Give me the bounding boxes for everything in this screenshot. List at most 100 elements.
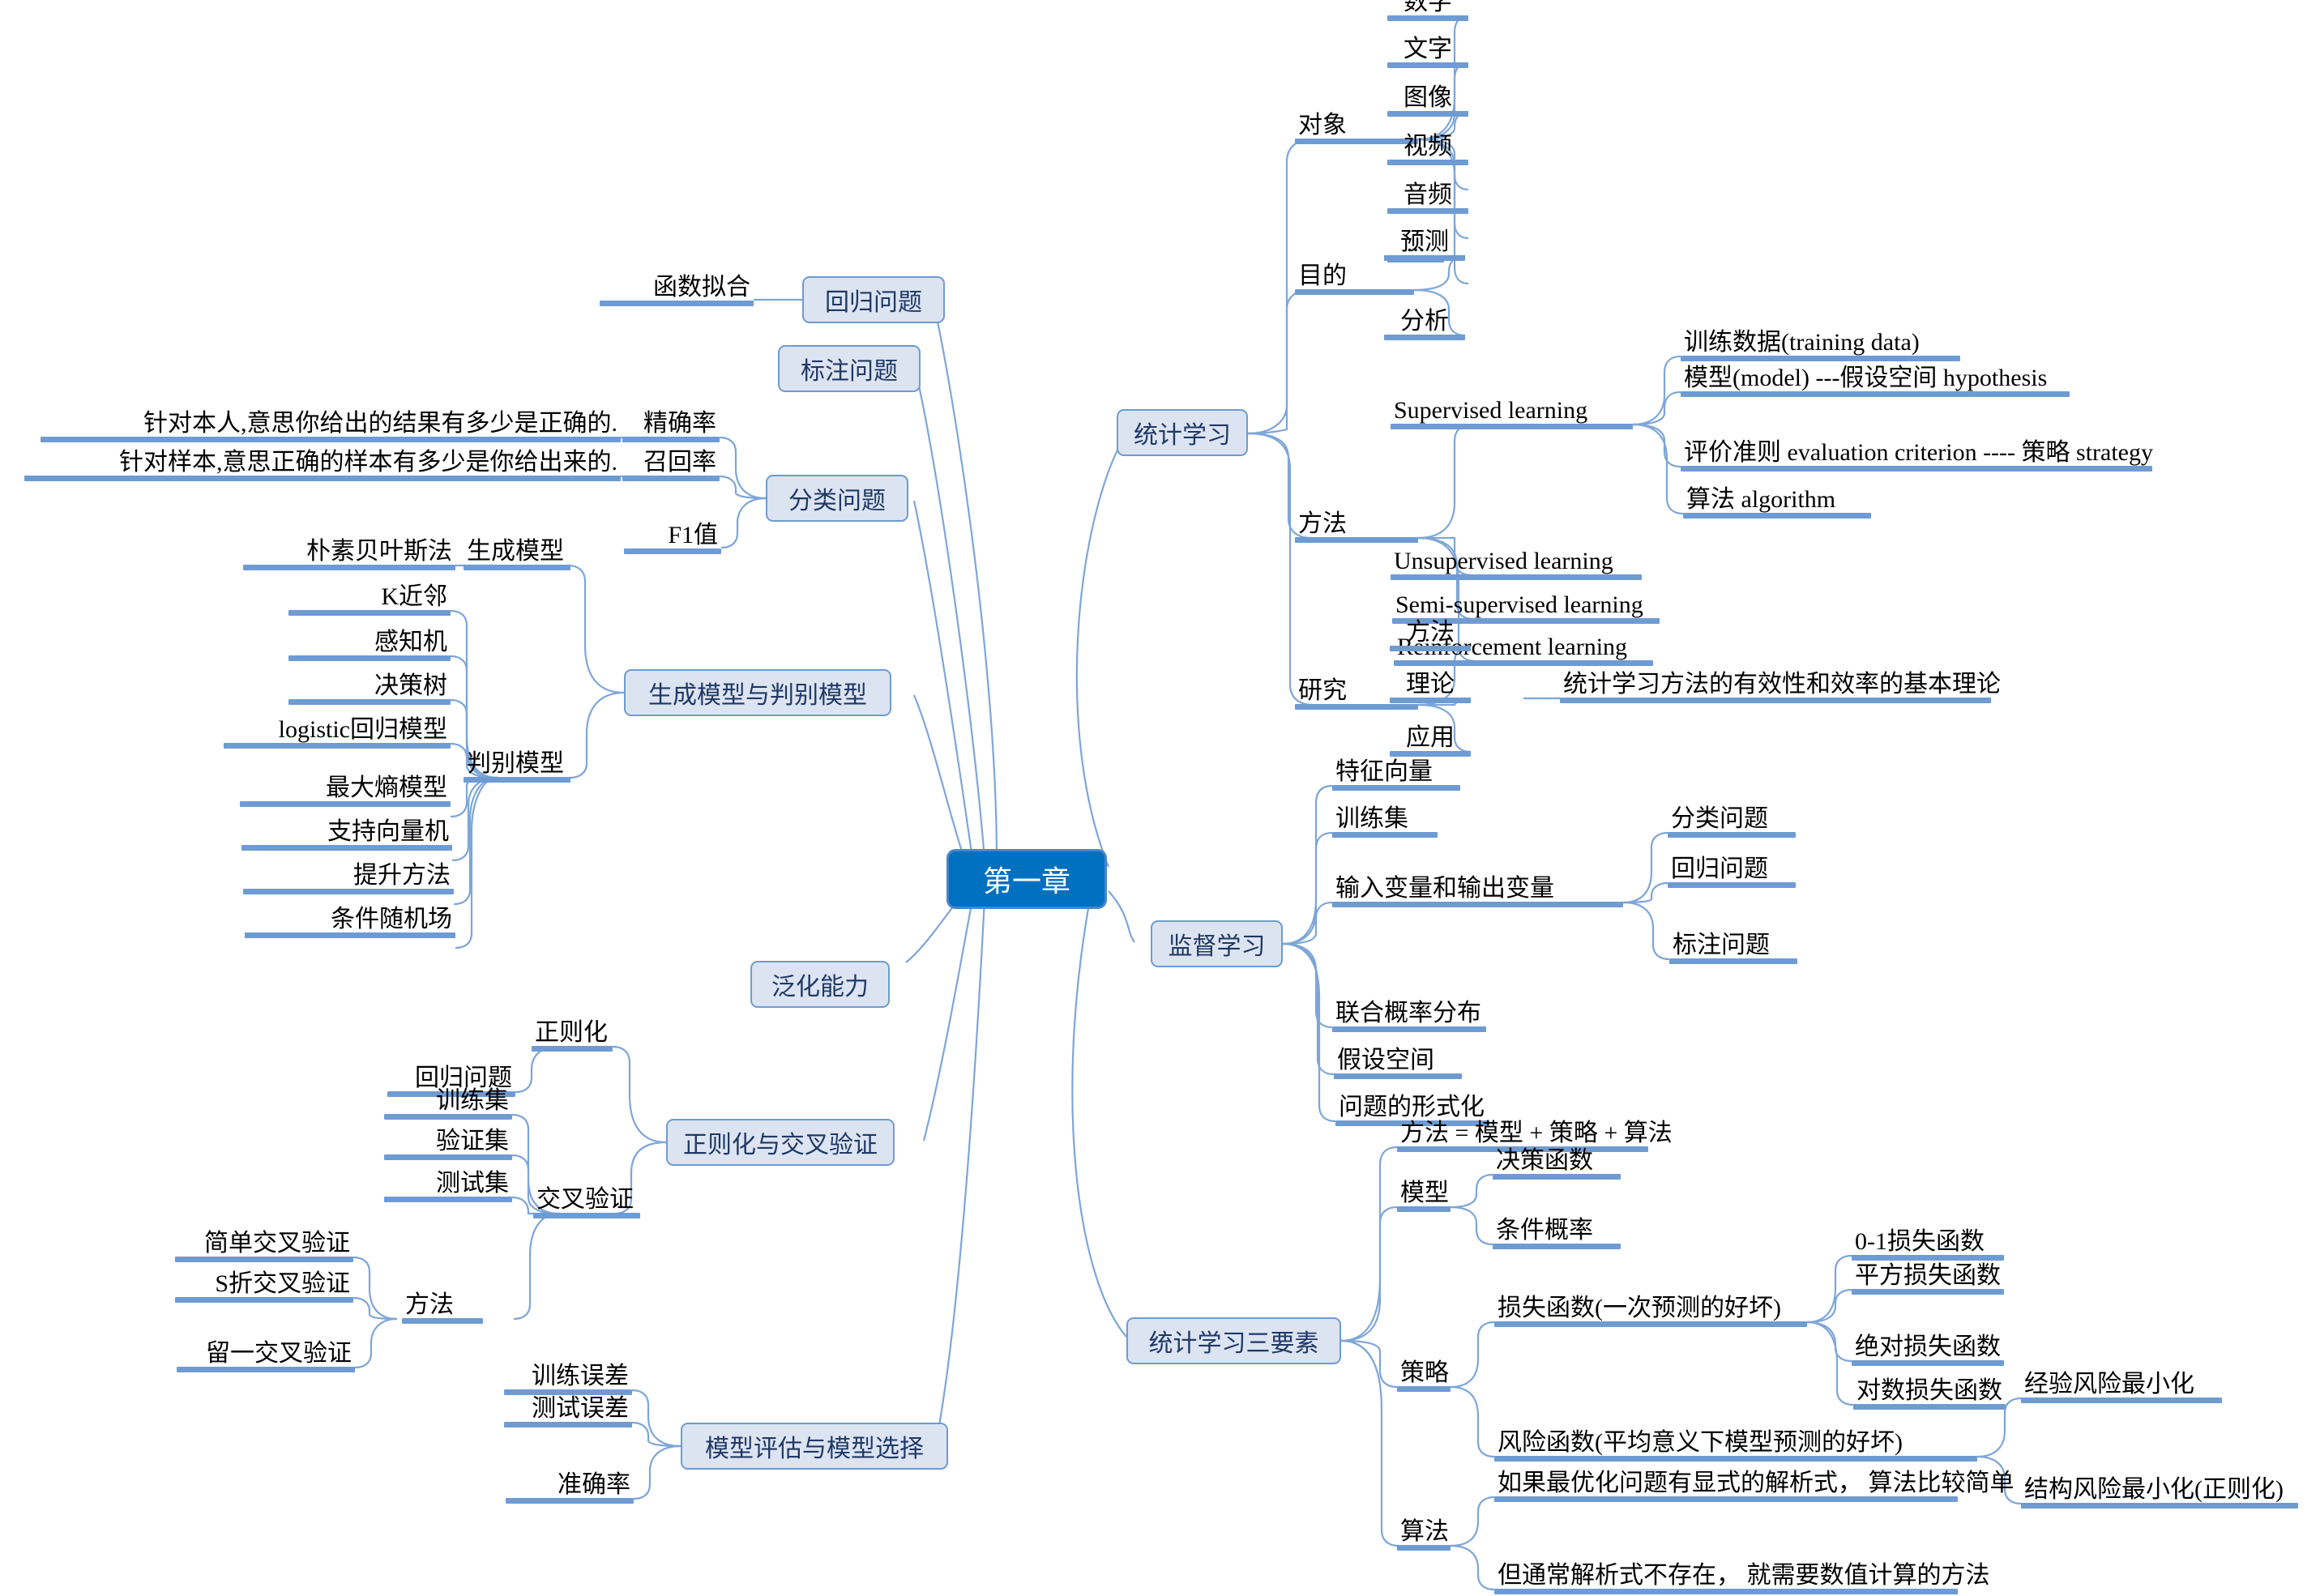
label-strategy: 策略	[1397, 1361, 1451, 1392]
label-generative-model: 生成模型	[464, 540, 570, 570]
leaf-discriminative-item-2: 决策树	[288, 674, 451, 705]
leaf-object-2: 图像	[1387, 86, 1468, 117]
node-three-elements[interactable]: 统计学习三要素	[1126, 1317, 1341, 1364]
node-regularization-cv[interactable]: 正则化与交叉验证	[666, 1119, 895, 1166]
label-regularization-text: 正则化	[535, 1019, 608, 1046]
leaf-object-4: 音频	[1387, 183, 1468, 214]
leaf-generative-item-0: 朴素贝叶斯法	[243, 540, 455, 570]
leaf-algorithm-item-1: 但通常解析式不存在， 就需要数值计算的方法	[1494, 1564, 1990, 1594]
node-gen-disc-models[interactable]: 生成模型与判别模型	[624, 669, 891, 716]
leaf-supervised-detail-3: 算法 algorithm	[1683, 488, 1871, 518]
leaf-discriminative-item-0: K近邻	[288, 585, 451, 616]
label-discriminative-model-text: 判别模型	[467, 750, 564, 777]
leaf-cv-method-0: 简单交叉验证	[175, 1231, 353, 1262]
leaf-metric-precision: 精确率	[622, 412, 720, 442]
root-node-label: 第一章	[982, 865, 1070, 898]
leaf-risk-function: 风险函数(平均意义下模型预测的好坏)	[1494, 1431, 1977, 1462]
leaf-io-child-1: 回归问题	[1668, 857, 1796, 888]
label-method: 方法	[1295, 512, 1418, 543]
label-cross-validation-text: 交叉验证	[536, 1186, 634, 1213]
leaf-purpose-1: 分析	[1384, 309, 1465, 340]
node-supervised-learning-label: 监督学习	[1168, 933, 1266, 960]
node-generalization[interactable]: 泛化能力	[750, 961, 890, 1008]
leaf-supervised-detail-1: 模型(model) ---假设空间 hypothesis	[1681, 366, 2070, 397]
leaf-model-eval-1: 测试误差	[504, 1397, 632, 1427]
leaf-loss-item-0: 0-1损失函数	[1852, 1230, 2004, 1261]
leaf-object-3: 视频	[1387, 134, 1468, 165]
leaf-supervised-item-0: 特征向量	[1332, 760, 1460, 791]
node-model-evaluation-label: 模型评估与模型选择	[705, 1436, 924, 1462]
node-tagging[interactable]: 标注问题	[778, 345, 921, 392]
leaf-supervised-detail-2: 评价准则 evaluation criterion ---- 策略 strate…	[1681, 441, 2153, 472]
leaf-algorithm-item-0: 如果最优化问题有显式的解析式， 算法比较简单	[1494, 1471, 2015, 1502]
label-purpose: 目的	[1295, 264, 1414, 295]
leaf-discriminative-item-3: logistic回归模型	[224, 718, 451, 749]
leaf-research-2: 应用	[1390, 726, 1471, 757]
node-generalization-label: 泛化能力	[771, 974, 869, 1001]
leaf-supervised-item-1: 训练集	[1332, 807, 1438, 838]
label-method-text: 方法	[1298, 510, 1347, 537]
leaf-loss-item-1: 平方损失函数	[1852, 1264, 2004, 1295]
leaf-discriminative-item-7: 条件随机场	[245, 907, 455, 938]
leaf-classification-note-1: 针对样本,意思正确的样本有多少是你给出来的.	[24, 450, 621, 481]
label-purpose-text: 目的	[1298, 262, 1347, 289]
leaf-metric-f1: F1值	[624, 523, 721, 554]
label-regularization: 正则化	[532, 1021, 613, 1052]
node-regression[interactable]: 回归问题	[802, 276, 945, 323]
label-generative-model-text: 生成模型	[467, 538, 564, 565]
node-regularization-cv-label: 正则化与交叉验证	[683, 1132, 878, 1159]
leaf-discriminative-item-5: 支持向量机	[241, 820, 452, 851]
root-node[interactable]: 第一章	[946, 849, 1107, 909]
node-regression-label: 回归问题	[825, 289, 922, 316]
leaf-supervised-detail-0: 训练数据(training data)	[1681, 331, 1960, 361]
leaf-discriminative-item-1: 感知机	[288, 630, 451, 661]
label-model: 模型	[1397, 1181, 1451, 1212]
leaf-model-item-1: 条件概率	[1493, 1218, 1621, 1249]
node-gen-disc-models-label: 生成模型与判别模型	[648, 682, 867, 709]
leaf-loss-item-2: 绝对损失函数	[1852, 1335, 2004, 1366]
leaf-risk-item-1: 结构风险最小化(正则化)	[2021, 1478, 2298, 1509]
leaf-cv-method-1: S折交叉验证	[175, 1272, 353, 1303]
label-cross-validation: 交叉验证	[533, 1188, 640, 1218]
leaf-metric-recall: 召回率	[622, 450, 720, 481]
label-discriminative-model: 判别模型	[464, 752, 570, 783]
leaf-loss-function: 损失函数(一次预测的好坏)	[1494, 1296, 1807, 1327]
leaf-object-1: 文字	[1387, 37, 1468, 68]
leaf-classification-note-0: 针对本人,意思你给出的结果有多少是正确的.	[41, 412, 621, 442]
label-cv-method-text: 方法	[405, 1291, 454, 1318]
leaf-research-1: 理论	[1390, 672, 1471, 703]
leaf-model-eval-0: 训练误差	[504, 1364, 632, 1395]
label-algorithm: 算法	[1397, 1520, 1451, 1551]
label-algorithm-text: 算法	[1400, 1518, 1449, 1545]
leaf-loss-item-3: 对数损失函数	[1853, 1379, 2006, 1410]
label-cv-method: 方法	[402, 1293, 483, 1324]
leaf-risk-item-0: 经验风险最小化	[2021, 1372, 2222, 1403]
node-classification[interactable]: 分类问题	[766, 475, 908, 522]
leaf-object-0: 数字	[1387, 0, 1468, 21]
leaf-cv-set-1: 验证集	[384, 1129, 512, 1160]
leaf-supervised-item-4: 假设空间	[1334, 1048, 1462, 1079]
leaf-discriminative-item-4: 最大熵模型	[240, 776, 451, 807]
leaf-discriminative-item-6: 提升方法	[243, 864, 454, 894]
leaf-research-0: 方法	[1390, 621, 1471, 651]
leaf-supervised-item-3: 联合概率分布	[1332, 1001, 1486, 1032]
label-strategy-text: 策略	[1400, 1359, 1449, 1386]
leaf-cv-set-0: 训练集	[384, 1089, 512, 1120]
leaf-io-child-0: 分类问题	[1668, 807, 1796, 838]
mindmap-canvas: 第一章 统计学习 对象 数字 文字 图像 视频 音频 ... 目的 预测 分析 …	[0, 0, 2320, 1596]
node-statistical-learning-label: 统计学习	[1134, 422, 1231, 449]
leaf-model-eval-2: 准确率	[506, 1473, 634, 1504]
leaf-purpose-0: 预测	[1384, 230, 1465, 261]
leaf-cv-set-2: 测试集	[384, 1171, 512, 1202]
leaf-io-child-2: 标注问题	[1669, 933, 1797, 964]
leaf-supervised-learning: Supervised learning	[1391, 399, 1633, 429]
leaf-research-theory-note: 统计学习方法的有效性和效率的基本理论	[1560, 672, 2001, 703]
node-three-elements-label: 统计学习三要素	[1148, 1330, 1319, 1357]
leaf-unsupervised-learning: Unsupervised learning	[1391, 549, 1642, 580]
leaf-regression-child: 函数拟合	[600, 275, 754, 306]
node-model-evaluation[interactable]: 模型评估与模型选择	[681, 1423, 948, 1470]
node-statistical-learning[interactable]: 统计学习	[1117, 409, 1248, 456]
leaf-supervised-item-2: 输入变量和输出变量	[1332, 877, 1623, 907]
node-supervised-learning[interactable]: 监督学习	[1151, 920, 1283, 967]
node-classification-label: 分类问题	[788, 488, 886, 514]
